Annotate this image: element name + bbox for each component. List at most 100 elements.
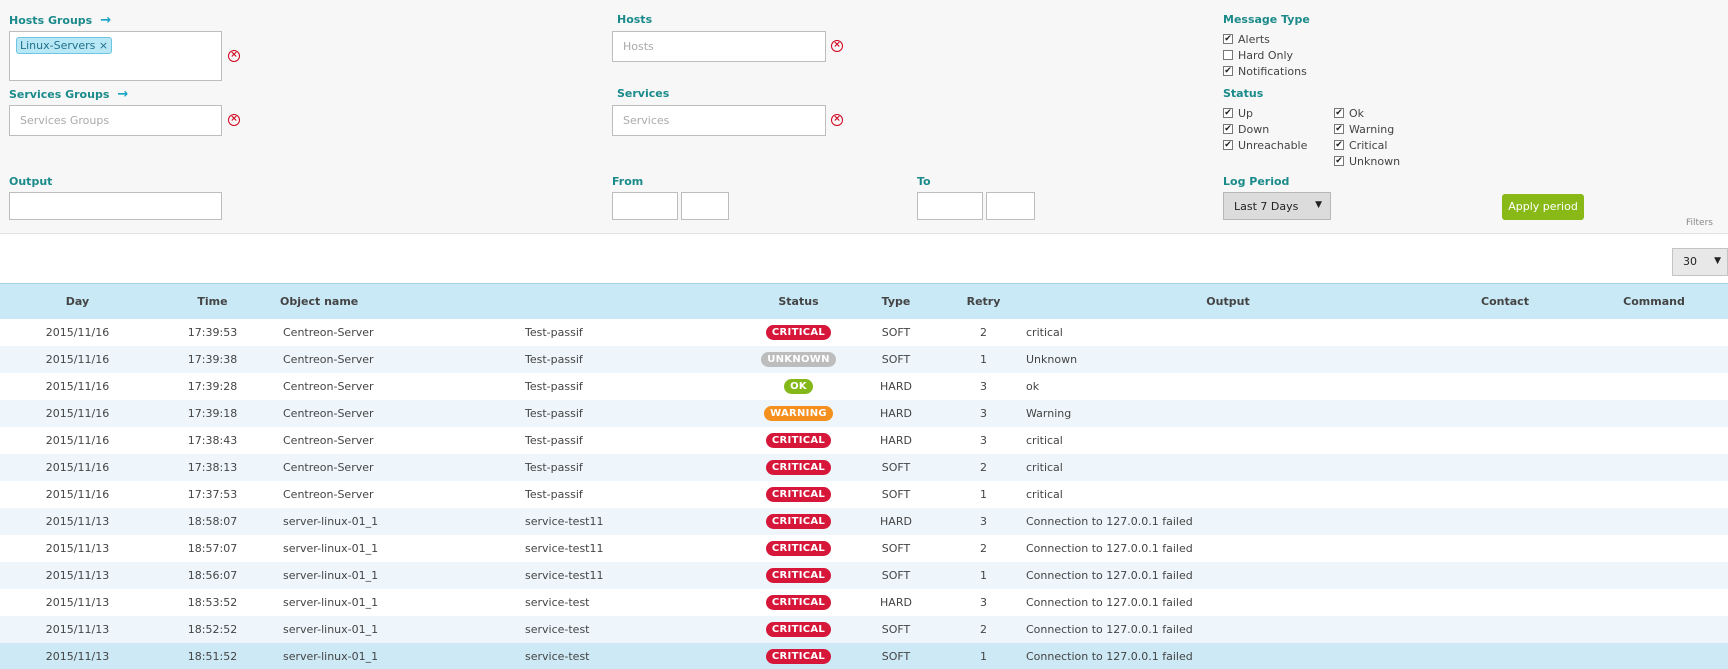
clear-services-icon[interactable]: × bbox=[831, 114, 843, 126]
table-row[interactable]: 2015/11/13 18:57:07 server-linux-01_1 servi… bbox=[0, 534, 1728, 562]
cell-type: SOFT bbox=[881, 487, 911, 501]
cell-type: HARD bbox=[880, 595, 912, 609]
col-header-day[interactable]: Day bbox=[0, 284, 155, 319]
status-badge: CRITICAL bbox=[765, 594, 832, 610]
cell-command bbox=[1580, 454, 1728, 481]
status-badge: CRITICAL bbox=[765, 432, 832, 448]
cell-type: SOFT bbox=[881, 460, 911, 474]
to-time-input[interactable] bbox=[986, 192, 1035, 220]
col-header-status[interactable]: Status bbox=[746, 284, 851, 319]
table-row[interactable]: 2015/11/16 17:37:53 Centreon-Server Test-pa… bbox=[0, 480, 1728, 508]
table-row[interactable]: 2015/11/16 17:39:53 Centreon-Server Test-pa… bbox=[0, 318, 1728, 346]
checkbox-warning[interactable]: ✔ Warning bbox=[1334, 121, 1400, 137]
cell-command bbox=[1580, 643, 1728, 669]
output-input[interactable] bbox=[9, 192, 222, 220]
to-label: To bbox=[917, 175, 931, 188]
checkbox-up[interactable]: ✔ Up bbox=[1223, 105, 1307, 121]
caret-down-icon: ▼ bbox=[1315, 200, 1322, 210]
table-row[interactable]: 2015/11/16 17:39:18 Centreon-Server Test-pa… bbox=[0, 399, 1728, 427]
col-header-object[interactable]: Object name bbox=[270, 284, 525, 319]
table-row[interactable]: 2015/11/13 18:56:07 server-linux-01_1 servi… bbox=[0, 561, 1728, 589]
checkbox-down[interactable]: ✔ Down bbox=[1223, 121, 1307, 137]
filters-toggle[interactable]: Filters bbox=[1686, 218, 1713, 228]
checkbox-label: Ok bbox=[1349, 106, 1365, 120]
table-row[interactable]: 2015/11/13 18:52:52 server-linux-01_1 servi… bbox=[0, 615, 1728, 643]
col-header-contact[interactable]: Contact bbox=[1430, 284, 1580, 319]
checkbox-critical[interactable]: ✔ Critical bbox=[1334, 137, 1400, 153]
cell-command bbox=[1580, 508, 1728, 535]
apply-period-button[interactable]: Apply period bbox=[1502, 194, 1584, 220]
cell-day: 2015/11/13 bbox=[45, 649, 110, 663]
log-period-value: Last 7 Days bbox=[1234, 200, 1299, 213]
hosts-input[interactable]: Hosts bbox=[612, 31, 826, 62]
cell-output: Connection to 127.0.0.1 failed bbox=[1026, 622, 1193, 636]
clear-hosts-groups-icon[interactable]: × bbox=[228, 50, 240, 62]
checkbox-ok[interactable]: ✔ Ok bbox=[1334, 105, 1400, 121]
table-row[interactable]: 2015/11/13 18:51:52 server-linux-01_1 servi… bbox=[0, 642, 1728, 669]
col-header-time[interactable]: Time bbox=[155, 284, 270, 319]
services-groups-label: Services Groups → bbox=[9, 87, 128, 102]
checkbox-notifications[interactable]: ✔ Notifications bbox=[1223, 63, 1307, 79]
checkbox-checked-icon[interactable]: ✔ bbox=[1334, 124, 1344, 134]
checkbox-checked-icon[interactable]: ✔ bbox=[1223, 108, 1233, 118]
table-row[interactable]: 2015/11/16 17:38:43 Centreon-Server Test-pa… bbox=[0, 426, 1728, 454]
tag-remove-icon[interactable]: × bbox=[99, 39, 108, 52]
services-label: Services bbox=[617, 87, 670, 100]
cell-time: 18:58:07 bbox=[187, 514, 238, 528]
checkbox-checked-icon[interactable]: ✔ bbox=[1223, 66, 1233, 76]
cell-time: 17:37:53 bbox=[187, 487, 238, 501]
cell-command bbox=[1580, 319, 1728, 346]
cell-output: critical bbox=[1026, 487, 1063, 501]
table-row[interactable]: 2015/11/13 18:58:07 server-linux-01_1 servi… bbox=[0, 507, 1728, 535]
cell-status: OK bbox=[746, 373, 851, 400]
clear-services-groups-icon[interactable]: × bbox=[228, 114, 240, 126]
tag-linux-servers[interactable]: Linux-Servers × bbox=[16, 37, 113, 54]
checkbox-alerts[interactable]: ✔ Alerts bbox=[1223, 31, 1307, 47]
col-header-type[interactable]: Type bbox=[851, 284, 941, 319]
cell-retry: 3 bbox=[980, 379, 987, 393]
table-row[interactable]: 2015/11/16 17:38:13 Centreon-Server Test-pa… bbox=[0, 453, 1728, 481]
col-header-output[interactable]: Output bbox=[1026, 284, 1430, 319]
col-header-command[interactable]: Command bbox=[1580, 284, 1728, 319]
services-input[interactable]: Services bbox=[612, 105, 826, 136]
arrow-right-icon[interactable]: → bbox=[117, 87, 128, 102]
services-groups-input[interactable]: Services Groups bbox=[9, 105, 222, 136]
checkbox-checked-icon[interactable]: ✔ bbox=[1334, 108, 1344, 118]
services-groups-label-text: Services Groups bbox=[9, 88, 110, 101]
table-row[interactable]: 2015/11/16 17:39:38 Centreon-Server Test-pa… bbox=[0, 345, 1728, 373]
checkbox-unreachable[interactable]: ✔ Unreachable bbox=[1223, 137, 1307, 153]
hosts-groups-input[interactable]: Linux-Servers × bbox=[9, 31, 222, 81]
cell-status: CRITICAL bbox=[746, 589, 851, 616]
from-time-input[interactable] bbox=[681, 192, 729, 220]
cell-service: service-test bbox=[525, 595, 590, 609]
arrow-right-icon[interactable]: → bbox=[100, 13, 111, 28]
cell-status: CRITICAL bbox=[746, 562, 851, 589]
checkbox-checked-icon[interactable]: ✔ bbox=[1223, 34, 1233, 44]
cell-type: SOFT bbox=[881, 541, 911, 555]
cell-host: server-linux-01_1 bbox=[283, 595, 379, 609]
col-header-retry[interactable]: Retry bbox=[941, 284, 1026, 319]
cell-service: Test-passif bbox=[525, 379, 583, 393]
checkbox-checked-icon[interactable]: ✔ bbox=[1223, 140, 1233, 150]
checkbox-unknown[interactable]: ✔ Unknown bbox=[1334, 153, 1400, 169]
to-date-input[interactable] bbox=[917, 192, 983, 220]
clear-hosts-icon[interactable]: × bbox=[831, 40, 843, 52]
cell-output: ok bbox=[1026, 379, 1040, 393]
checkbox-checked-icon[interactable]: ✔ bbox=[1334, 140, 1344, 150]
checkbox-checked-icon[interactable]: ✔ bbox=[1334, 156, 1344, 166]
checkbox-hard-only[interactable]: Hard Only bbox=[1223, 47, 1307, 63]
table-row[interactable]: 2015/11/13 18:53:52 server-linux-01_1 servi… bbox=[0, 588, 1728, 616]
cell-time: 17:39:38 bbox=[187, 352, 238, 366]
cell-day: 2015/11/13 bbox=[45, 568, 110, 582]
cell-day: 2015/11/13 bbox=[45, 595, 110, 609]
from-date-input[interactable] bbox=[612, 192, 678, 220]
status-badge: OK bbox=[784, 378, 813, 394]
log-period-select[interactable]: Last 7 Days ▼ bbox=[1223, 192, 1331, 220]
checkbox-checked-icon[interactable]: ✔ bbox=[1223, 124, 1233, 134]
table-row[interactable]: 2015/11/16 17:39:28 Centreon-Server Test-pa… bbox=[0, 372, 1728, 400]
status-filter-label: Status bbox=[1223, 87, 1264, 100]
checkbox-unchecked-icon[interactable] bbox=[1223, 50, 1233, 60]
cell-host: Centreon-Server bbox=[283, 379, 374, 393]
per-page-select[interactable]: 30 ▼ bbox=[1672, 248, 1728, 276]
cell-retry: 3 bbox=[980, 433, 987, 447]
